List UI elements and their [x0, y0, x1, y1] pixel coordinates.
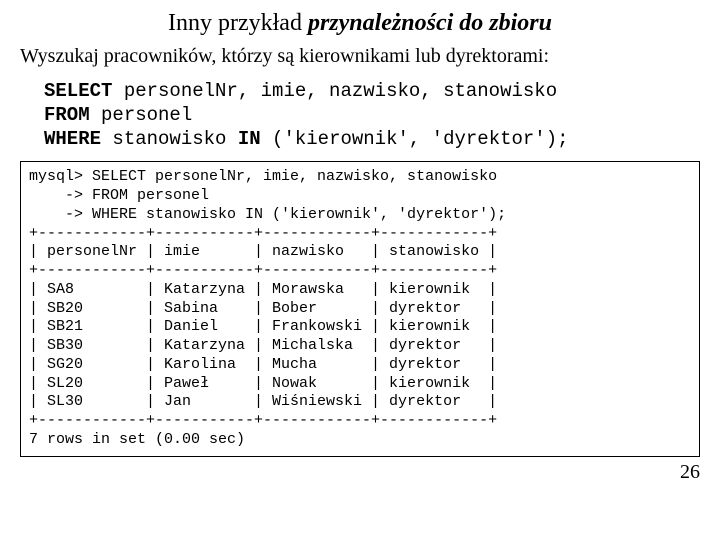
mysql-result-box: mysql> SELECT personelNr, imie, nazwisko… [20, 161, 700, 456]
result-line: -> FROM personel [29, 187, 209, 204]
table-row: | SL20 | Paweł | Nowak | kierownik | [29, 375, 497, 392]
table-row: | SA8 | Katarzyna | Morawska | kierownik… [29, 281, 497, 298]
result-sep: +------------+-----------+------------+-… [29, 225, 497, 242]
select-cols: personelNr, imie, nazwisko, stanowisko [112, 80, 557, 102]
kw-where: WHERE [44, 128, 101, 150]
page-number: 26 [20, 461, 700, 484]
slide-title: Inny przykład przynależności do zbioru [20, 10, 700, 37]
table-row: | SB20 | Sabina | Bober | dyrektor | [29, 300, 497, 317]
result-header: | personelNr | imie | nazwisko | stanowi… [29, 243, 497, 260]
title-emph: przynależności do zbioru [308, 10, 552, 36]
from-table: personel [90, 104, 193, 126]
in-list: ('kierownik', 'dyrektor'); [261, 128, 569, 150]
table-row: | SB30 | Katarzyna | Michalska | dyrekto… [29, 337, 497, 354]
kw-select: SELECT [44, 80, 112, 102]
table-row: | SB21 | Daniel | Frankowski | kierownik… [29, 318, 497, 335]
kw-from: FROM [44, 104, 90, 126]
result-sep: +------------+-----------+------------+-… [29, 262, 497, 279]
slide-subtitle: Wyszukaj pracowników, którzy są kierowni… [20, 45, 700, 68]
table-row: | SG20 | Karolina | Mucha | dyrektor | [29, 356, 497, 373]
result-line: -> WHERE stanowisko IN ('kierownik', 'dy… [29, 206, 506, 223]
table-row: | SL30 | Jan | Wiśniewski | dyrektor | [29, 393, 497, 410]
result-sep: +------------+-----------+------------+-… [29, 412, 497, 429]
sql-query-box: SELECT personelNr, imie, nazwisko, stano… [20, 76, 700, 155]
where-col: stanowisko [101, 128, 238, 150]
result-line: mysql> SELECT personelNr, imie, nazwisko… [29, 168, 497, 185]
title-plain: Inny przykład [168, 10, 308, 36]
result-footer: 7 rows in set (0.00 sec) [29, 431, 245, 448]
kw-in: IN [238, 128, 261, 150]
